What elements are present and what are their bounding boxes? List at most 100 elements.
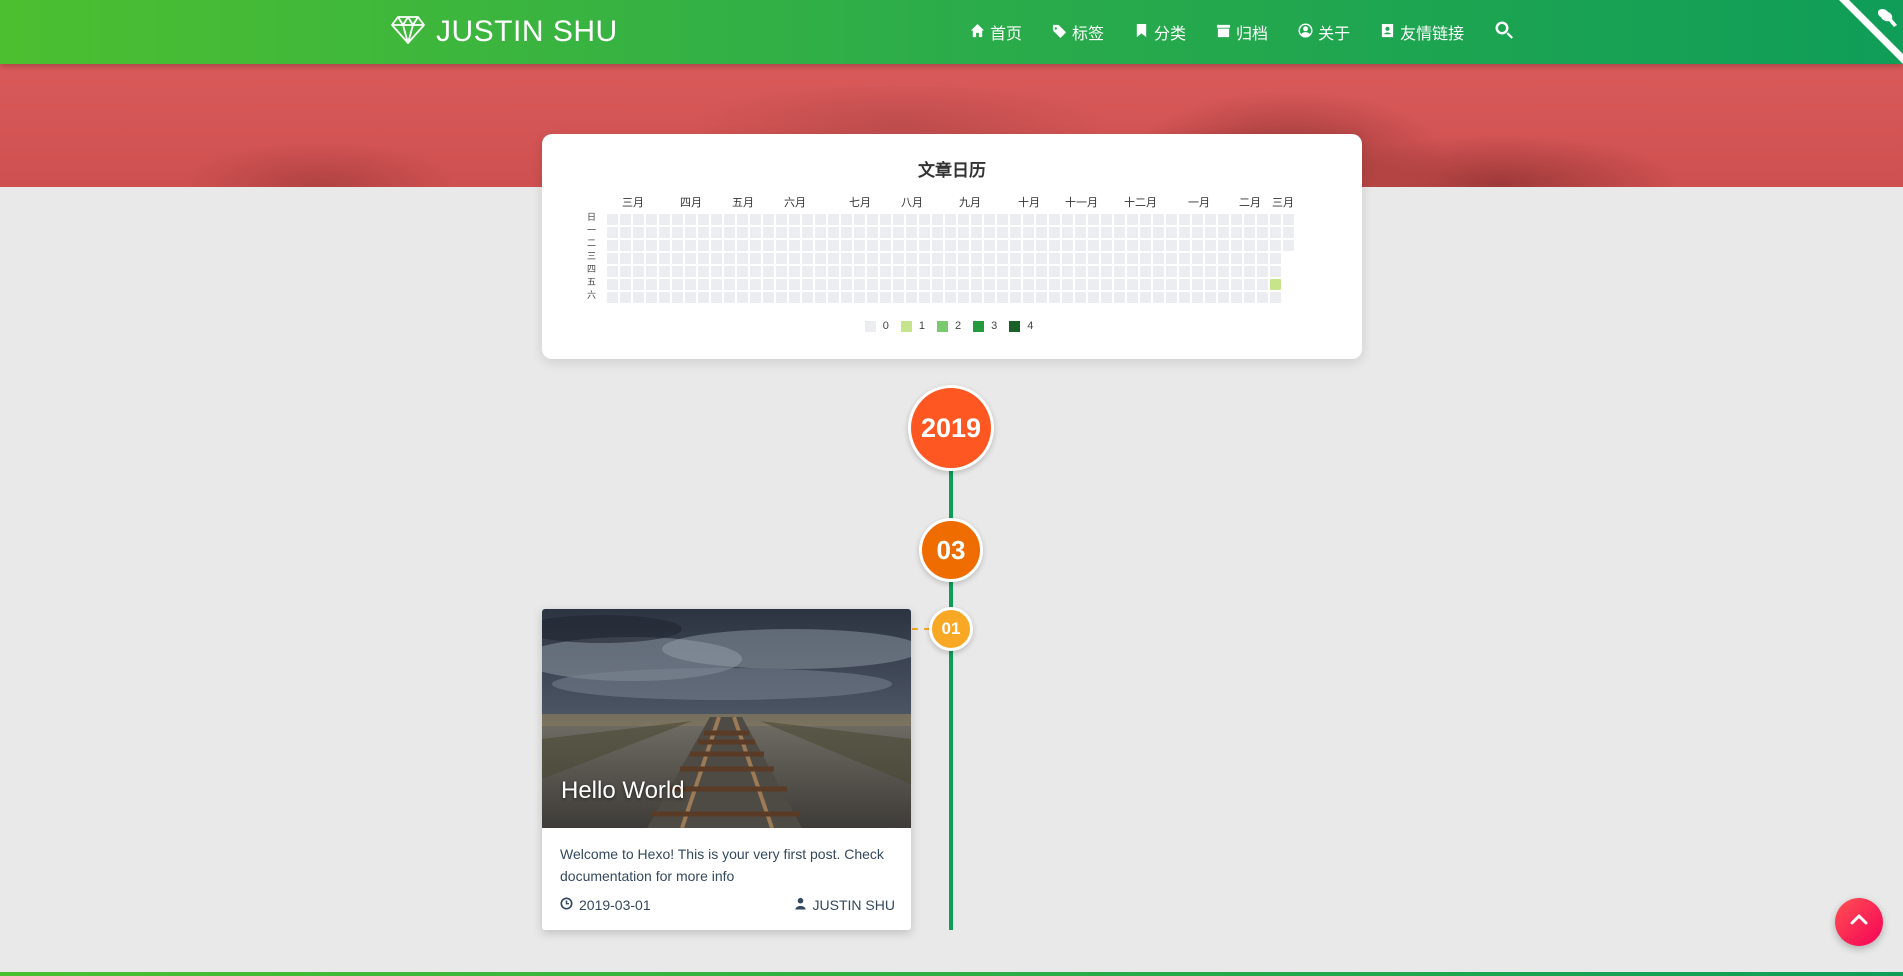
calendar-day-cell[interactable] [1244,266,1255,277]
calendar-day-cell[interactable] [1023,292,1034,303]
calendar-day-cell[interactable] [1244,240,1255,251]
nav-item-tags[interactable]: 标签 [1052,20,1104,44]
calendar-day-cell[interactable] [659,240,670,251]
calendar-day-cell[interactable] [1192,240,1203,251]
calendar-day-cell[interactable] [841,292,852,303]
calendar-day-cell[interactable] [1231,266,1242,277]
calendar-day-cell[interactable] [633,240,644,251]
calendar-day-cell[interactable] [867,292,878,303]
calendar-day-cell[interactable] [763,214,774,225]
calendar-day-cell[interactable] [633,279,644,290]
calendar-day-cell[interactable] [906,227,917,238]
calendar-day-cell[interactable] [1101,227,1112,238]
calendar-day-cell[interactable] [997,279,1008,290]
calendar-day-cell[interactable] [1023,266,1034,277]
calendar-day-cell[interactable] [646,253,657,264]
calendar-day-cell[interactable] [828,266,839,277]
calendar-day-cell[interactable] [854,279,865,290]
calendar-day-cell[interactable] [828,214,839,225]
calendar-day-cell[interactable] [919,253,930,264]
calendar-day-cell[interactable] [646,266,657,277]
calendar-day-cell[interactable] [724,253,735,264]
calendar-day-cell[interactable] [1062,227,1073,238]
calendar-day-cell[interactable] [1036,227,1047,238]
calendar-day-cell[interactable] [620,292,631,303]
calendar-day-cell[interactable] [1140,266,1151,277]
calendar-day-cell[interactable] [880,214,891,225]
calendar-day-cell[interactable] [958,292,969,303]
calendar-day-cell[interactable] [1205,227,1216,238]
calendar-day-cell[interactable] [607,292,618,303]
calendar-day-cell[interactable] [1010,266,1021,277]
calendar-day-cell[interactable] [997,240,1008,251]
calendar-day-cell[interactable] [1283,240,1294,251]
calendar-day-cell[interactable] [763,279,774,290]
calendar-day-cell[interactable] [1062,214,1073,225]
calendar-day-cell[interactable] [1088,214,1099,225]
calendar-day-cell[interactable] [672,227,683,238]
calendar-day-cell[interactable] [1114,292,1125,303]
calendar-day-cell[interactable] [906,279,917,290]
calendar-day-cell[interactable] [984,266,995,277]
calendar-day-cell[interactable] [1010,240,1021,251]
calendar-day-cell[interactable] [997,253,1008,264]
calendar-day-cell[interactable] [880,240,891,251]
search-button[interactable] [1494,20,1514,44]
calendar-day-cell[interactable] [1023,253,1034,264]
calendar-day-cell[interactable] [1101,253,1112,264]
calendar-day-cell[interactable] [789,292,800,303]
calendar-day-cell[interactable] [620,279,631,290]
calendar-day-cell[interactable] [1010,214,1021,225]
calendar-day-cell[interactable] [620,253,631,264]
calendar-day-cell[interactable] [1205,253,1216,264]
calendar-day-cell[interactable] [1049,240,1060,251]
github-corner[interactable] [1839,0,1903,64]
calendar-day-cell[interactable] [867,240,878,251]
calendar-day-cell[interactable] [776,253,787,264]
calendar-day-cell[interactable] [1088,253,1099,264]
calendar-day-cell[interactable] [1205,266,1216,277]
calendar-day-cell[interactable] [1088,292,1099,303]
calendar-day-cell[interactable] [1101,214,1112,225]
calendar-day-cell[interactable] [1036,214,1047,225]
calendar-day-cell[interactable] [1179,253,1190,264]
calendar-day-cell[interactable] [958,227,969,238]
calendar-day-cell[interactable] [815,266,826,277]
calendar-day-cell[interactable] [1257,214,1268,225]
calendar-day-cell[interactable] [1166,214,1177,225]
calendar-day-cell[interactable] [763,253,774,264]
calendar-day-cell[interactable] [711,266,722,277]
calendar-day-cell[interactable] [997,266,1008,277]
calendar-day-cell[interactable] [1231,214,1242,225]
calendar-day-cell[interactable] [711,214,722,225]
calendar-day-cell[interactable] [1140,227,1151,238]
calendar-day-cell[interactable] [672,253,683,264]
calendar-day-cell[interactable] [971,214,982,225]
calendar-day-cell[interactable] [711,292,722,303]
calendar-day-cell[interactable] [880,266,891,277]
calendar-day-cell[interactable] [737,214,748,225]
calendar-day-cell[interactable] [724,227,735,238]
calendar-day-cell[interactable] [1218,253,1229,264]
calendar-day-cell[interactable] [880,227,891,238]
calendar-day-cell[interactable] [1075,253,1086,264]
nav-item-about[interactable]: 关于 [1298,20,1350,44]
calendar-day-cell[interactable] [1166,240,1177,251]
calendar-day-cell[interactable] [854,240,865,251]
calendar-day-cell[interactable] [906,240,917,251]
calendar-day-cell[interactable] [971,266,982,277]
calendar-day-cell[interactable] [1179,292,1190,303]
calendar-day-cell[interactable] [1062,292,1073,303]
calendar-day-cell[interactable] [854,266,865,277]
calendar-day-cell[interactable] [1192,266,1203,277]
calendar-day-cell[interactable] [750,227,761,238]
calendar-day-cell[interactable] [737,240,748,251]
calendar-day-cell[interactable] [932,214,943,225]
calendar-day-cell[interactable] [958,240,969,251]
calendar-day-cell[interactable] [1023,240,1034,251]
calendar-day-cell[interactable] [1192,279,1203,290]
calendar-day-cell[interactable] [724,266,735,277]
calendar-day-cell[interactable] [815,253,826,264]
calendar-day-cell[interactable] [815,240,826,251]
calendar-day-cell[interactable] [698,292,709,303]
